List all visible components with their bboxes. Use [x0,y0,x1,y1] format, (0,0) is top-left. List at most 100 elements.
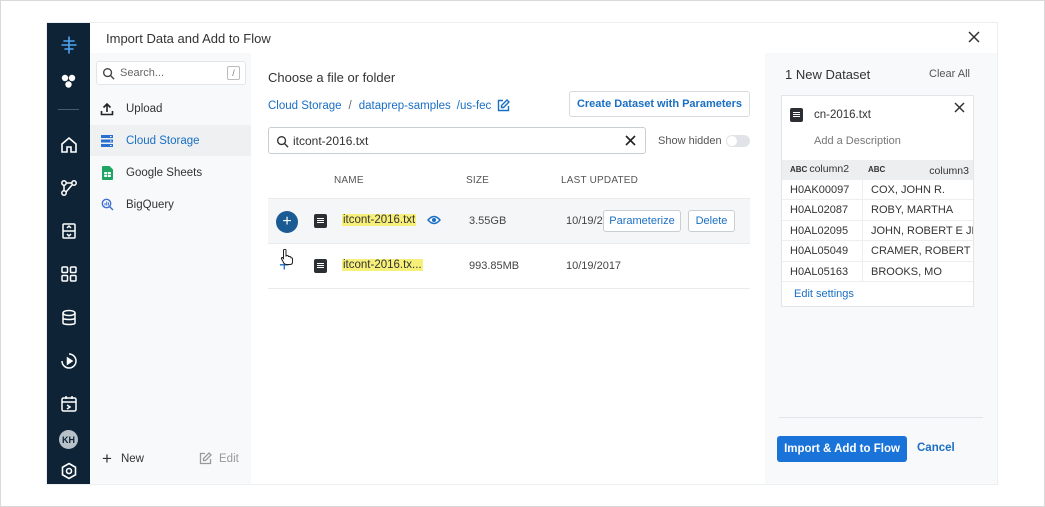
file-name[interactable]: itcont-2016.txt [342,214,417,226]
add-dataset-button[interactable]: + [276,211,298,233]
search-icon [276,135,289,148]
plans-icon[interactable] [57,219,80,242]
preview-row: H0AL02087 ROBY, MARTHA [782,200,973,221]
file-search-input[interactable]: itcont-2016.txt [268,127,646,154]
upload-icon [99,101,115,117]
dialog-titlebar: Import Data and Add to Flow [90,23,997,53]
nav-item-label: BigQuery [126,198,174,211]
file-search-value: itcont-2016.txt [293,134,369,148]
show-hidden-toggle[interactable] [726,135,750,147]
nav-item-upload[interactable]: Upload [90,93,251,124]
new-connection-button[interactable]: + New [102,449,144,468]
nav-footer: + New Edit [90,449,251,470]
nav-item-google-sheets[interactable]: Google Sheets [90,157,251,188]
file-table-header: NAME SIZE LAST UPDATED [268,171,750,199]
home-icon[interactable] [57,133,80,156]
breadcrumb-separator: / [348,99,352,112]
nav-item-bigquery[interactable]: BigQuery [90,189,251,220]
dataset-name: cn-2016.txt [814,109,871,121]
jobs-icon[interactable] [57,349,80,372]
nav-item-cloud-storage[interactable]: Cloud Storage [90,125,251,156]
clear-search-icon[interactable] [625,135,636,146]
google-sheets-icon [99,165,115,181]
string-type-icon: ABC [790,165,808,174]
cloud-storage-icon [99,133,115,149]
cell: H0AK00097 [790,184,850,196]
preview-eye-icon[interactable] [427,215,441,225]
description-input[interactable]: Add a Description [814,135,901,147]
schedule-icon[interactable] [57,392,80,415]
source-nav: Search... / Upload Cloud Storage Google … [90,53,251,484]
file-icon [314,214,327,228]
parameterize-button[interactable]: Parameterize [603,210,681,232]
column-header-name[interactable]: NAME [334,175,364,186]
panel-title: 1 New Dataset [785,67,871,82]
edit-connection-button[interactable]: Edit [199,452,239,465]
cell: BROOKS, MO [862,261,973,281]
dialog-title: Import Data and Add to Flow [106,31,271,46]
import-dialog: KH Import Data and Add to Flow Search...… [47,23,997,484]
preview-row: H0AK00097 COX, JOHN R. [782,180,973,201]
bigquery-icon [99,197,115,213]
nav-item-label: Cloud Storage [126,134,200,147]
rail-divider [58,109,79,110]
table-row[interactable]: + itcont-2016.txt 3.55GB 10/19/2017 Para… [268,199,750,244]
file-size: 3.55GB [469,215,507,227]
nav-item-label: Upload [126,102,163,115]
flow-graph-icon[interactable] [57,176,80,199]
panel-divider [779,417,983,418]
close-icon[interactable] [967,30,981,44]
app-logo-icon[interactable] [57,33,80,56]
remove-dataset-icon[interactable] [954,102,965,113]
import-and-add-to-flow-button[interactable]: Import & Add to Flow [777,436,907,462]
edit-label: Edit [219,452,239,465]
dataset-card: cn-2016.txt Add a Description ABC column2… [781,95,974,307]
breadcrumb-cloud-storage[interactable]: Cloud Storage [268,100,342,112]
plus-icon: + [102,449,112,468]
file-name[interactable]: itcont-2016.tx... [342,259,423,271]
edit-settings-link[interactable]: Edit settings [794,288,854,300]
browser-heading: Choose a file or folder [268,70,396,85]
file-icon [314,259,327,273]
nav-item-label: Google Sheets [126,166,203,179]
clear-all-button[interactable]: Clear All [929,68,970,80]
flows-icon[interactable] [57,69,80,92]
source-search-input[interactable]: Search... / [96,61,246,85]
cancel-button[interactable]: Cancel [917,442,955,454]
new-dataset-panel: 1 New Dataset Clear All cn-2016.txt Add … [765,53,997,484]
library-grid-icon[interactable] [57,262,80,285]
breadcrumb-folder[interactable]: /us-fec [457,100,492,112]
column-header-size[interactable]: SIZE [466,175,489,186]
source-search-placeholder: Search... [120,67,165,79]
cell: CRAMER, ROBERT E 'BUD' JR [862,241,973,261]
column-name: column3 [929,165,969,177]
database-icon[interactable] [57,306,80,329]
user-avatar[interactable]: KH [59,430,78,449]
string-type-icon: ABC [868,165,886,174]
column-header: ABC column2 [790,163,849,175]
show-hidden-label: Show hidden [658,135,722,147]
create-dataset-with-parameters-button[interactable]: Create Dataset with Parameters [569,91,750,117]
preview-row: H0AL02095 JOHN, ROBERT E JR [782,220,973,242]
cell: ROBY, MARTHA [862,200,973,220]
file-last-updated: 10/19/2017 [566,215,608,227]
preview-grid-header: ABC column2 ABC column3 [782,160,973,180]
breadcrumb-bucket[interactable]: dataprep-samples [359,100,451,112]
search-shortcut-key: / [227,66,240,80]
preview-row: H0AL05163 BROOKS, MO [782,261,973,282]
column-header-last-updated[interactable]: LAST UPDATED [561,175,638,186]
column-header: ABC [868,163,887,175]
file-icon [790,108,803,122]
app-rail: KH [47,23,90,484]
search-icon [102,67,115,80]
edit-path-icon[interactable] [497,99,511,112]
cell: H0AL05163 [790,265,849,278]
cell: COX, JOHN R. [862,180,973,200]
settings-gear-icon[interactable] [57,459,80,482]
delete-button[interactable]: Delete [688,210,735,232]
file-size: 993.85MB [469,260,520,272]
table-row[interactable]: + itcont-2016.tx... 993.85MB 10/19/2017 [268,244,750,289]
preview-row: H0AL05049 CRAMER, ROBERT E 'BUD' JR [782,241,973,262]
breadcrumb: Cloud Storage / dataprep-samples /us-fec [268,99,511,112]
cell: H0AL02087 [790,204,849,217]
